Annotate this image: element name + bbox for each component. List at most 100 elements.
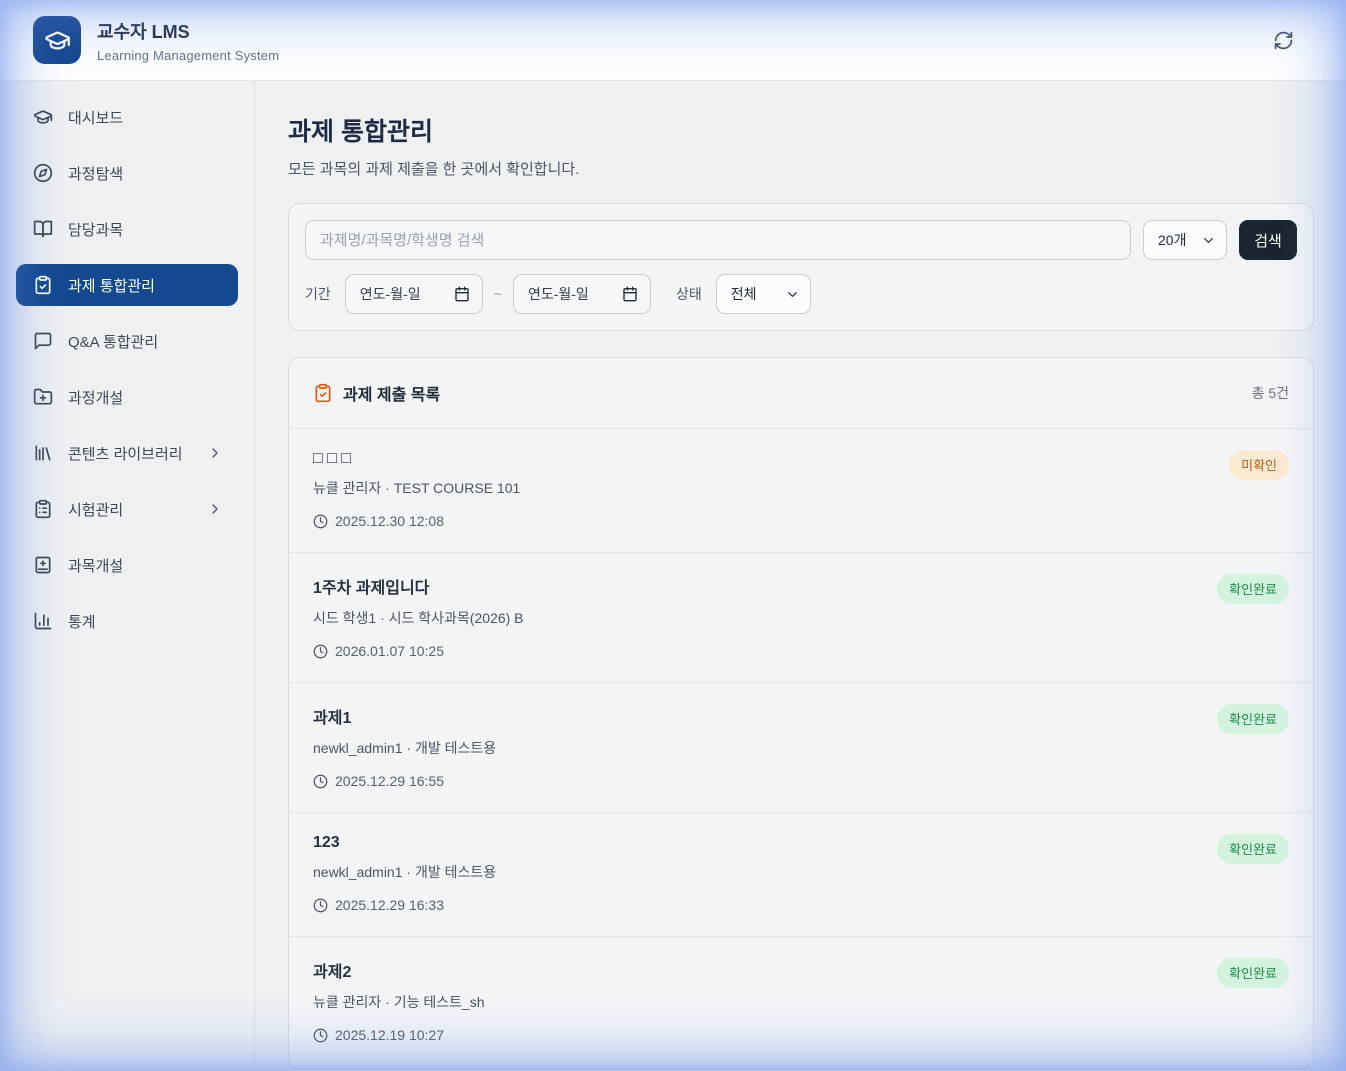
clock-icon [313,774,328,789]
date-from-input[interactable]: 연도-월-일 [345,274,483,314]
sidebar-item-library[interactable]: 콘텐츠 라이브러리 [16,432,238,474]
app-header: 교수자 LMS Learning Management System [0,0,1346,81]
compass-icon [33,163,53,183]
sidebar-item-compass[interactable]: 과정탐색 [16,152,238,194]
list-title: 과제 제출 목록 [343,381,440,405]
sidebar-item-label: 콘텐츠 라이브러리 [68,443,183,464]
chevron-right-icon [205,445,221,461]
book-open-icon [33,219,53,239]
submission-title: 과제2 [313,958,1289,982]
page-size-select[interactable]: 20개 [1143,220,1227,260]
submission-time: 2025.12.30 12:08 [313,513,1289,529]
sidebar-item-label: Q&A 통합관리 [68,331,158,352]
sidebar: 대시보드 과정탐색 담당과목 과제 통합관리 Q&A 통합관리 과정개설 콘텐츠… [0,81,255,1070]
submission-title: □ □ □ [313,450,1289,468]
clipboard-list-icon [33,499,53,519]
date-to-input[interactable]: 연도-월-일 [513,274,651,314]
submission-row[interactable]: 과제1 newkl_admin1 · 개발 테스트용 2025.12.29 16… [289,683,1313,813]
chevron-down-icon [1201,233,1216,248]
status-badge: 확인완료 [1217,958,1289,988]
status-value: 전체 [731,284,757,304]
submission-row[interactable]: 과제2 뉴클 관리자 · 기능 테스트_sh 2025.12.19 10:27 … [289,937,1313,1067]
submission-title: 1주차 과제입니다 [313,574,1289,598]
submission-title: 123 [313,834,1289,852]
status-select[interactable]: 전체 [716,274,811,314]
graduation-cap-icon [44,27,71,54]
app-subtitle: Learning Management System [97,48,279,63]
clock-icon [313,644,328,659]
page-size-value: 20개 [1158,230,1186,250]
sidebar-item-label: 시험관리 [68,499,123,520]
submission-row[interactable]: 123 newkl_admin1 · 개발 테스트용 2025.12.29 16… [289,813,1313,937]
sidebar-item-message-square[interactable]: Q&A 통합관리 [16,320,238,362]
clock-icon [313,898,328,913]
chevron-right-icon [205,501,221,517]
submission-title: 과제1 [313,704,1289,728]
search-button[interactable]: 검색 [1239,220,1297,260]
status-badge: 확인완료 [1217,574,1289,604]
submission-time: 2025.12.29 16:33 [313,897,1289,913]
submission-meta: newkl_admin1 · 개발 테스트용 [313,862,1289,882]
submission-meta: 뉴클 관리자 · TEST COURSE 101 [313,478,1289,498]
submission-time-text: 2026.01.07 10:25 [335,643,444,659]
calendar-icon[interactable] [454,286,470,302]
status-badge: 확인완료 [1217,704,1289,734]
sidebar-item-clipboard-list[interactable]: 시험관리 [16,488,238,530]
graduation-cap-icon [33,107,53,127]
clipboard-check-icon [33,275,53,295]
sidebar-item-label: 과정개설 [68,387,123,408]
search-input[interactable] [305,220,1131,260]
submission-list-panel: 과제 제출 목록 총 5건 □ □ □ 뉴클 관리자 · TEST COURSE… [288,357,1314,1069]
list-header: 과제 제출 목록 총 5건 [289,358,1313,429]
refresh-button[interactable] [1270,27,1296,53]
sidebar-item-graduation-cap[interactable]: 대시보드 [16,96,238,138]
clipboard-check-icon [313,383,333,403]
sidebar-item-folder-plus[interactable]: 과정개설 [16,376,238,418]
filter-panel: 20개 검색 기간 연도-월-일 ~ 연도-월-일 상태 전체 [288,203,1314,331]
date-from-value: 연도-월-일 [360,284,421,304]
folder-plus-icon [33,387,53,407]
sidebar-item-label: 과정탐색 [68,163,123,184]
page-subtitle: 모든 과목의 과제 제출을 한 곳에서 확인합니다. [288,158,1314,179]
status-label: 상태 [676,284,702,304]
sidebar-item-label: 대시보드 [68,107,123,128]
submission-meta: newkl_admin1 · 개발 테스트용 [313,738,1289,758]
main-content: 과제 통합관리 모든 과목의 과제 제출을 한 곳에서 확인합니다. 20개 검… [255,81,1346,1070]
app-title: 교수자 LMS [97,18,279,44]
sidebar-item-bar-chart[interactable]: 통계 [16,600,238,642]
calendar-icon[interactable] [622,286,638,302]
app-logo [33,16,81,64]
clock-icon [313,1028,328,1043]
date-to-value: 연도-월-일 [528,284,589,304]
book-plus-icon [33,555,53,575]
status-badge: 미확인 [1229,450,1289,480]
submission-meta: 시드 학생1 · 시드 학사과목(2026) B [313,608,1289,628]
period-label: 기간 [305,284,331,304]
refresh-icon [1273,30,1294,51]
clock-icon [313,514,328,529]
sidebar-item-label: 통계 [68,611,96,632]
status-badge: 확인완료 [1217,834,1289,864]
submission-time-text: 2025.12.30 12:08 [335,513,444,529]
message-square-icon [33,331,53,351]
range-separator: ~ [494,286,502,302]
submission-row[interactable]: □ □ □ 뉴클 관리자 · TEST COURSE 101 2025.12.3… [289,429,1313,553]
sidebar-item-clipboard-check[interactable]: 과제 통합관리 [16,264,238,306]
bar-chart-icon [33,611,53,631]
submission-time-text: 2025.12.19 10:27 [335,1027,444,1043]
sidebar-item-label: 과제 통합관리 [68,275,155,296]
sidebar-item-label: 과목개설 [68,555,123,576]
submission-time: 2026.01.07 10:25 [313,643,1289,659]
submission-time: 2025.12.19 10:27 [313,1027,1289,1043]
page-title: 과제 통합관리 [288,112,1314,148]
submission-row[interactable]: 1주차 과제입니다 시드 학생1 · 시드 학사과목(2026) B 2026.… [289,553,1313,683]
chevron-down-icon [785,287,800,302]
list-total-count: 총 5건 [1252,383,1289,403]
sidebar-item-book-open[interactable]: 담당과목 [16,208,238,250]
submission-time: 2025.12.29 16:55 [313,773,1289,789]
sidebar-item-book-plus[interactable]: 과목개설 [16,544,238,586]
library-icon [33,443,53,463]
submission-meta: 뉴클 관리자 · 기능 테스트_sh [313,992,1289,1012]
submission-time-text: 2025.12.29 16:55 [335,773,444,789]
submission-time-text: 2025.12.29 16:33 [335,897,444,913]
